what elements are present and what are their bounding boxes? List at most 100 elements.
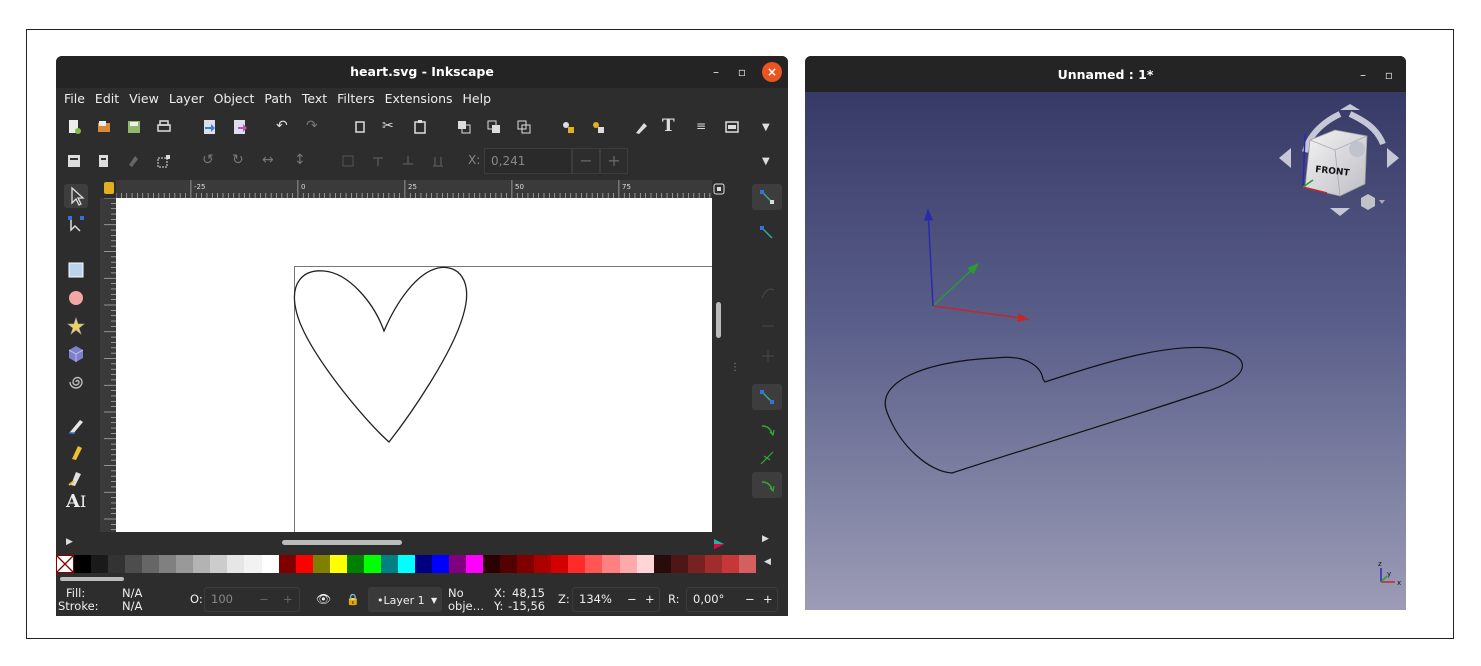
selector-tool-icon[interactable] [64, 184, 88, 208]
lower-to-bottom-icon[interactable] [430, 153, 446, 169]
snap-paths-icon[interactable] [752, 416, 782, 442]
paste-icon[interactable] [412, 119, 428, 135]
copy-icon[interactable] [352, 119, 368, 135]
layers-icon[interactable]: ≡ [696, 117, 706, 135]
select-all-icon[interactable] [66, 153, 82, 169]
palette-swatch[interactable] [670, 555, 688, 573]
rotate-plus-icon[interactable]: + [763, 593, 773, 606]
vertical-scrollbar[interactable] [712, 198, 726, 532]
snap-bbox-midpoints-icon[interactable] [752, 340, 782, 366]
open-document-icon[interactable] [96, 119, 112, 135]
zoom-in-icon[interactable]: + [645, 593, 655, 606]
palette-swatch[interactable] [380, 555, 398, 573]
menu-extensions[interactable]: Extensions [385, 88, 453, 110]
freecad-titlebar[interactable]: Unnamed : 1* – ▫ [805, 56, 1406, 92]
palette-swatch[interactable] [346, 555, 364, 573]
palette-swatch[interactable] [74, 555, 92, 573]
palette-swatch[interactable] [142, 555, 160, 573]
dock-handle-icon[interactable]: ⋮ [730, 362, 740, 373]
palette-swatch[interactable] [636, 555, 654, 573]
toolbox-expand-icon[interactable]: ▶ [66, 532, 86, 552]
horizontal-ruler[interactable]: -25 0 25 50 75 [116, 180, 712, 198]
palette-swatch[interactable] [244, 555, 262, 573]
palette-swatch[interactable] [449, 555, 467, 573]
palette-swatch[interactable] [125, 555, 143, 573]
toggle-visibility-icon[interactable]: 👁 [316, 593, 331, 606]
palette-swatch[interactable] [295, 555, 313, 573]
palette-swatch[interactable] [653, 555, 671, 573]
menu-help[interactable]: Help [463, 88, 492, 110]
cut-icon[interactable]: ✂ [382, 117, 394, 135]
lower-icon[interactable] [400, 153, 416, 169]
snap-bbox-corners-icon[interactable] [752, 310, 782, 336]
stroke-value[interactable]: N/A [122, 600, 142, 613]
palette-swatch[interactable] [568, 555, 586, 573]
ungroup-icon[interactable] [590, 119, 606, 135]
horizontal-scrollbar[interactable] [116, 532, 712, 552]
palette-swatch[interactable] [687, 555, 705, 573]
palette-swatch[interactable] [210, 555, 228, 573]
menu-view[interactable]: View [129, 88, 159, 110]
save-document-icon[interactable] [126, 119, 142, 135]
palette-swatch[interactable] [91, 555, 109, 573]
rotation-spinbox[interactable]: 0,00° − + [686, 587, 778, 612]
palette-swatch[interactable] [108, 555, 126, 573]
menu-layer[interactable]: Layer [169, 88, 204, 110]
raise-to-top-icon[interactable] [340, 153, 356, 169]
layer-dropdown[interactable]: •Layer 1 ▼ [368, 587, 442, 612]
palette-swatch[interactable] [585, 555, 603, 573]
text-tool-icon[interactable]: AI [66, 492, 86, 512]
heart-sketch[interactable] [884, 346, 1243, 474]
node-tool-icon[interactable] [66, 214, 86, 234]
palette-swatch[interactable] [483, 555, 501, 573]
calligraphy-tool-icon[interactable] [66, 468, 86, 488]
new-document-icon[interactable] [66, 119, 82, 135]
print-icon[interactable] [156, 119, 172, 135]
redo-icon[interactable]: ↷ [306, 117, 318, 135]
snap-expand-icon[interactable]: ▶ [762, 534, 769, 544]
lock-layer-icon[interactable]: 🔒 [346, 593, 360, 606]
snap-cusp-nodes-button[interactable] [752, 472, 782, 498]
x-coordinate-input[interactable]: 0,241 [484, 148, 572, 174]
select-all-layers-icon[interactable] [96, 153, 112, 169]
palette-scroll-thumb[interactable] [60, 577, 124, 581]
ellipse-tool-icon[interactable] [66, 288, 86, 308]
close-button[interactable]: × [762, 62, 782, 82]
fill-stroke-icon[interactable] [634, 119, 650, 135]
heart-path[interactable] [293, 266, 468, 443]
snap-bbox-edges-icon[interactable] [752, 280, 782, 306]
snap-bbox-icon[interactable] [752, 220, 782, 246]
menu-object[interactable]: Object [214, 88, 255, 110]
xml-editor-icon[interactable] [724, 119, 740, 135]
snap-toggle-button[interactable] [752, 184, 782, 210]
rectangle-tool-icon[interactable] [66, 260, 86, 280]
snap-intersections-icon[interactable] [752, 444, 782, 470]
palette-swatch[interactable] [329, 555, 347, 573]
palette-menu-icon[interactable]: ◀ [764, 557, 771, 567]
vertical-scroll-thumb[interactable] [716, 302, 721, 338]
menu-text[interactable]: Text [302, 88, 327, 110]
palette-swatch[interactable] [738, 555, 756, 573]
pencil-tool-icon[interactable] [66, 416, 86, 436]
navigation-cube[interactable]: FRONT [1279, 104, 1399, 216]
vertical-ruler[interactable] [100, 198, 116, 532]
opacity-increment-icon[interactable]: + [283, 593, 293, 606]
3d-box-tool-icon[interactable] [66, 344, 86, 364]
undo-icon[interactable]: ↶ [276, 117, 288, 135]
palette-swatch[interactable] [159, 555, 177, 573]
rotate-ccw-icon[interactable]: ↺ [202, 151, 214, 169]
palette-swatch[interactable] [534, 555, 552, 573]
snap-nodes-button[interactable] [752, 384, 782, 410]
text-font-icon[interactable]: T [662, 117, 675, 135]
palette-swatch[interactable] [176, 555, 194, 573]
star-tool-icon[interactable] [66, 316, 86, 336]
minimize-button[interactable]: – [706, 62, 726, 82]
export-icon[interactable] [232, 119, 248, 135]
menu-path[interactable]: Path [264, 88, 291, 110]
palette-swatch[interactable] [261, 555, 279, 573]
inkscape-titlebar[interactable]: heart.svg - Inkscape – ▫ × [56, 56, 788, 88]
opacity-decrement-icon[interactable]: − [259, 593, 269, 606]
menu-edit[interactable]: Edit [95, 88, 119, 110]
palette-swatch[interactable] [517, 555, 535, 573]
rotate-minus-icon[interactable]: − [745, 593, 755, 606]
